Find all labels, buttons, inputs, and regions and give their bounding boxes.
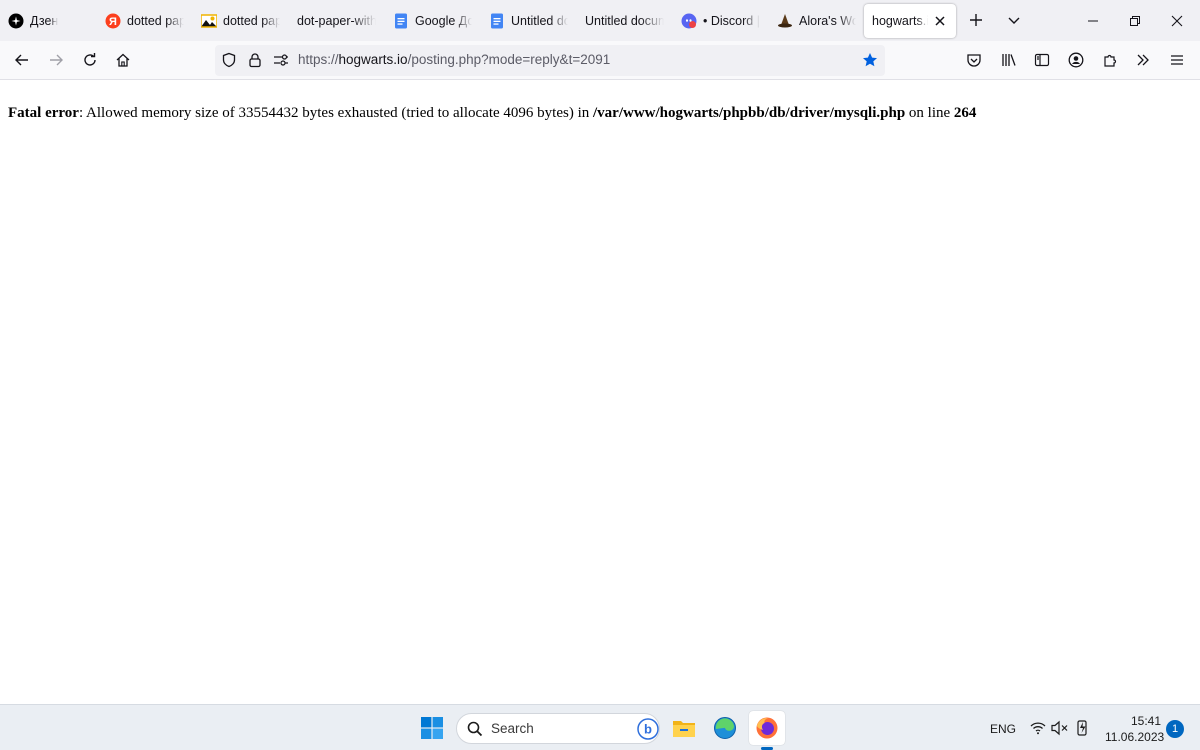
minimize-icon — [1088, 20, 1098, 21]
reload-icon — [84, 53, 96, 66]
close-icon — [1171, 15, 1183, 26]
tab-strip: Дзен Я dotted pap dotted pap dot-paper-w… — [0, 0, 1200, 41]
discord-icon — [681, 13, 697, 29]
tab-label: dotted pap — [127, 14, 184, 28]
taskbar-search-box[interactable]: Search b — [456, 713, 660, 744]
home-icon — [116, 53, 130, 67]
address-bar[interactable]: https://hogwarts.io/posting.php?mode=rep… — [215, 45, 885, 76]
tab-label: hogwarts.io/ — [872, 14, 928, 28]
menu-button[interactable] — [1163, 46, 1191, 74]
tab-discord[interactable]: • Discord | — [673, 4, 768, 38]
restore-icon — [1130, 15, 1140, 26]
close-tab-icon[interactable] — [932, 13, 948, 29]
error-message-part2: on line — [905, 105, 954, 121]
tab-label: Alora's Wo — [799, 14, 856, 28]
tab-label: Google До — [415, 14, 472, 28]
forward-arrow-icon — [50, 54, 63, 66]
wizard-hat-icon — [777, 13, 793, 29]
restore-button[interactable] — [1114, 0, 1156, 41]
tab-untitled-doc-1[interactable]: Untitled do — [481, 4, 576, 38]
url-prefix: https:// — [298, 52, 339, 67]
notification-count-badge[interactable]: 1 — [1166, 720, 1184, 738]
reload-button[interactable] — [76, 46, 104, 74]
minimize-button[interactable] — [1072, 0, 1114, 41]
error-line-number: 264 — [953, 105, 977, 121]
search-placeholder: Search — [491, 721, 534, 736]
firefox-icon — [756, 717, 778, 739]
clock-date[interactable]: 11.06.2023 — [1105, 730, 1164, 744]
url-host: hogwarts.io — [338, 52, 408, 67]
clock-time[interactable]: 15:41 — [1131, 714, 1161, 728]
permissions-icon[interactable] — [273, 52, 289, 68]
tab-label: dot-paper-with — [297, 14, 376, 28]
search-icon — [467, 721, 483, 737]
account-icon — [1068, 52, 1084, 68]
svg-text:b: b — [644, 722, 652, 737]
input-language[interactable]: ENG — [990, 722, 1016, 736]
tab-label: dotted pap — [223, 14, 280, 28]
tab-google-docs[interactable]: Google До — [385, 4, 480, 38]
bookmark-star-icon[interactable] — [862, 52, 878, 68]
extensions-button[interactable] — [1096, 46, 1124, 74]
edge-icon — [714, 717, 736, 739]
battery-charging-icon[interactable] — [1074, 719, 1092, 737]
windows-logo-icon — [421, 717, 443, 739]
tab-dzen[interactable]: Дзен — [0, 4, 95, 38]
home-button[interactable] — [109, 46, 137, 74]
tab-aloras-world[interactable]: Alora's Wo — [769, 4, 864, 38]
folder-icon — [673, 721, 695, 737]
double-chevron-right-icon — [1137, 54, 1149, 66]
tab-label: Untitled do — [511, 14, 568, 28]
error-label: Fatal error — [8, 105, 79, 121]
puzzle-icon — [1104, 54, 1117, 67]
edge-browser-button[interactable] — [707, 711, 743, 745]
dzen-icon — [8, 13, 24, 29]
tracking-protection-shield-icon[interactable] — [221, 52, 237, 68]
account-button[interactable] — [1062, 46, 1090, 74]
yandex-icon: Я — [105, 13, 121, 29]
close-window-button[interactable] — [1156, 0, 1198, 41]
list-all-tabs-button[interactable] — [1000, 6, 1028, 34]
google-docs-icon — [489, 13, 505, 29]
wifi-icon[interactable] — [1030, 720, 1046, 736]
start-button[interactable] — [414, 711, 450, 745]
back-arrow-icon — [15, 54, 28, 66]
back-button[interactable] — [8, 46, 36, 74]
sidebar-icon — [1034, 53, 1050, 67]
tab-untitled-doc-2[interactable]: Untitled docum — [577, 4, 672, 38]
error-file-path: /var/www/hogwarts/phpbb/db/driver/mysqli… — [593, 105, 906, 121]
windows-taskbar: Search b ENG 15:41 11.06.2023 — [0, 704, 1200, 750]
tab-label: Дзен — [30, 14, 59, 28]
pocket-button[interactable] — [960, 46, 988, 74]
bing-chat-icon[interactable]: b — [637, 718, 659, 740]
tab-dotted-paper-yandex[interactable]: Я dotted pap — [97, 4, 192, 38]
google-docs-icon — [393, 13, 409, 29]
more-tools-button[interactable] — [1129, 46, 1157, 74]
pocket-icon — [967, 54, 981, 67]
page-content: Fatal error: Allowed memory size of 3355… — [0, 80, 1200, 704]
url-text[interactable]: https://hogwarts.io/posting.php?mode=rep… — [298, 52, 610, 67]
tab-label: Untitled docum — [585, 14, 664, 28]
navigation-toolbar: https://hogwarts.io/posting.php?mode=rep… — [0, 41, 1200, 80]
tab-dotted-paper-image[interactable]: dotted pap — [193, 4, 288, 38]
tab-hogwarts-active[interactable]: hogwarts.io/ — [864, 4, 956, 38]
php-fatal-error-message: Fatal error: Allowed memory size of 3355… — [8, 105, 976, 122]
file-explorer-button[interactable] — [666, 711, 702, 745]
lock-icon[interactable] — [247, 52, 263, 68]
tab-dot-paper[interactable]: dot-paper-with — [289, 4, 384, 38]
library-button[interactable] — [995, 46, 1023, 74]
new-tab-button[interactable] — [962, 6, 990, 34]
error-message-part1: : Allowed memory size of 33554432 bytes … — [78, 105, 593, 121]
chevron-down-icon — [1008, 17, 1020, 24]
volume-muted-icon[interactable] — [1051, 720, 1069, 736]
tab-label: • Discord | — [703, 14, 760, 28]
url-path: /posting.php?mode=reply&t=2091 — [407, 52, 611, 67]
firefox-button[interactable] — [749, 711, 785, 745]
image-icon — [201, 13, 217, 29]
library-icon — [1002, 54, 1016, 66]
forward-button[interactable] — [42, 46, 70, 74]
hamburger-menu-icon — [1171, 55, 1183, 65]
svg-text:Я: Я — [109, 16, 117, 28]
sidebar-button[interactable] — [1028, 46, 1056, 74]
